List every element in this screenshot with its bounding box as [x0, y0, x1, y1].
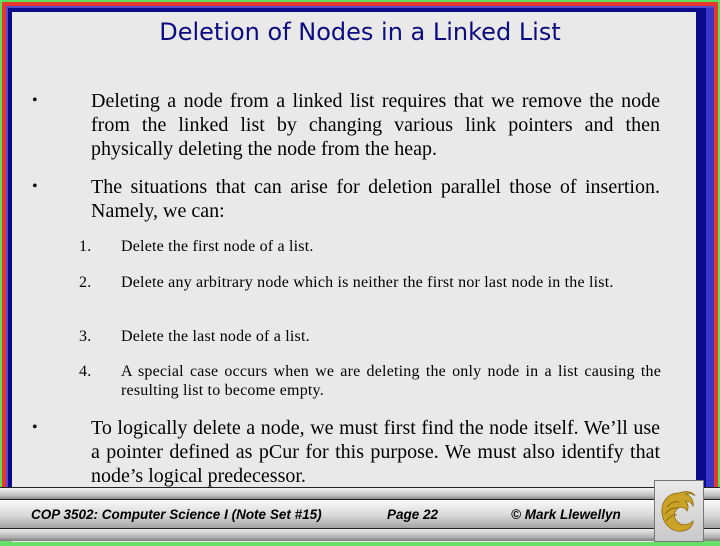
footer-bar: COP 3502: Computer Science I (Note Set #…: [0, 487, 720, 541]
footer-strip-bottom: [0, 528, 720, 541]
footer-course: COP 3502: Computer Science I (Note Set #…: [31, 507, 322, 522]
item-text: Delete the last node of a list.: [121, 328, 310, 345]
item-text: Delete any arbitrary node which is neith…: [121, 274, 614, 291]
bullet-text: The situations that can arise for deleti…: [91, 176, 660, 222]
bullet-marker: •: [32, 419, 38, 436]
border-right-band: [706, 8, 714, 540]
slide-title: Deletion of Nodes in a Linked List: [159, 18, 561, 46]
item-number: 3.: [79, 328, 92, 345]
bullet-marker: •: [32, 92, 38, 109]
footer-page: Page 22: [387, 507, 439, 522]
item-number: 2.: [79, 274, 92, 291]
item-text: A special case occurs when we are deleti…: [121, 363, 661, 399]
footer-strip-top: [0, 487, 720, 499]
bullet-marker: •: [32, 178, 38, 195]
footer-author: © Mark Llewellyn: [511, 507, 621, 522]
item-number: 1.: [79, 238, 92, 255]
bullet-text: Deleting a node from a linked list requi…: [91, 90, 660, 160]
item-number: 4.: [79, 363, 92, 380]
bullet-text: To logically delete a node, we must firs…: [91, 417, 660, 487]
ucf-pegasus-logo-icon: [661, 491, 696, 532]
logo-box: [654, 480, 704, 542]
item-text: Delete the first node of a list.: [121, 238, 314, 255]
